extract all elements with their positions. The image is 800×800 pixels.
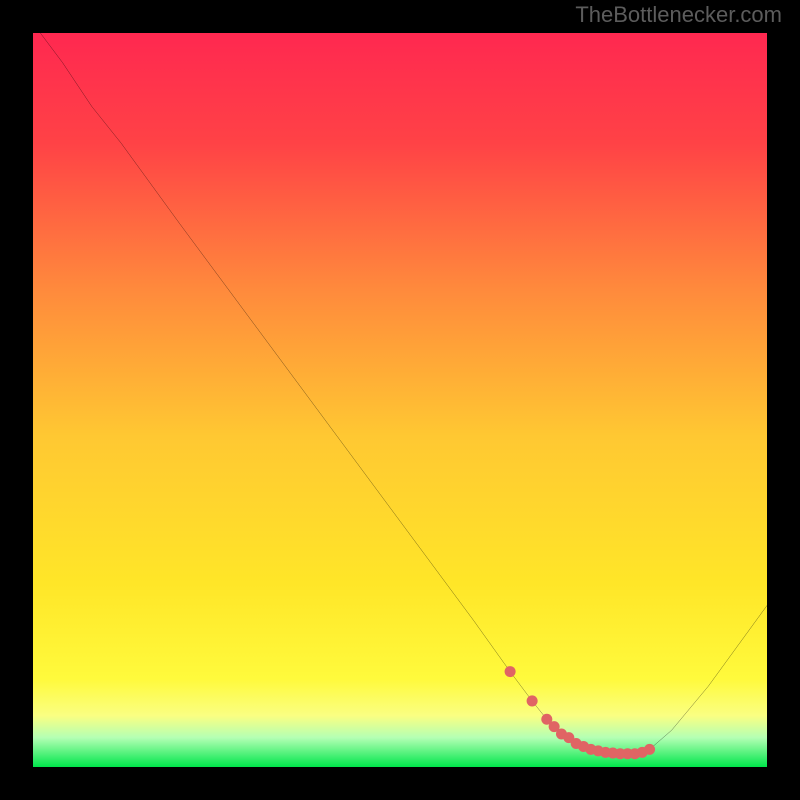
marker-dot: [644, 744, 655, 755]
chart-frame: TheBottlenecker.com: [0, 0, 800, 800]
watermark-text: TheBottlenecker.com: [575, 2, 782, 28]
gradient-background: [33, 33, 767, 767]
marker-dot: [505, 666, 516, 677]
bottleneck-chart: [33, 33, 767, 767]
marker-dot: [527, 695, 538, 706]
